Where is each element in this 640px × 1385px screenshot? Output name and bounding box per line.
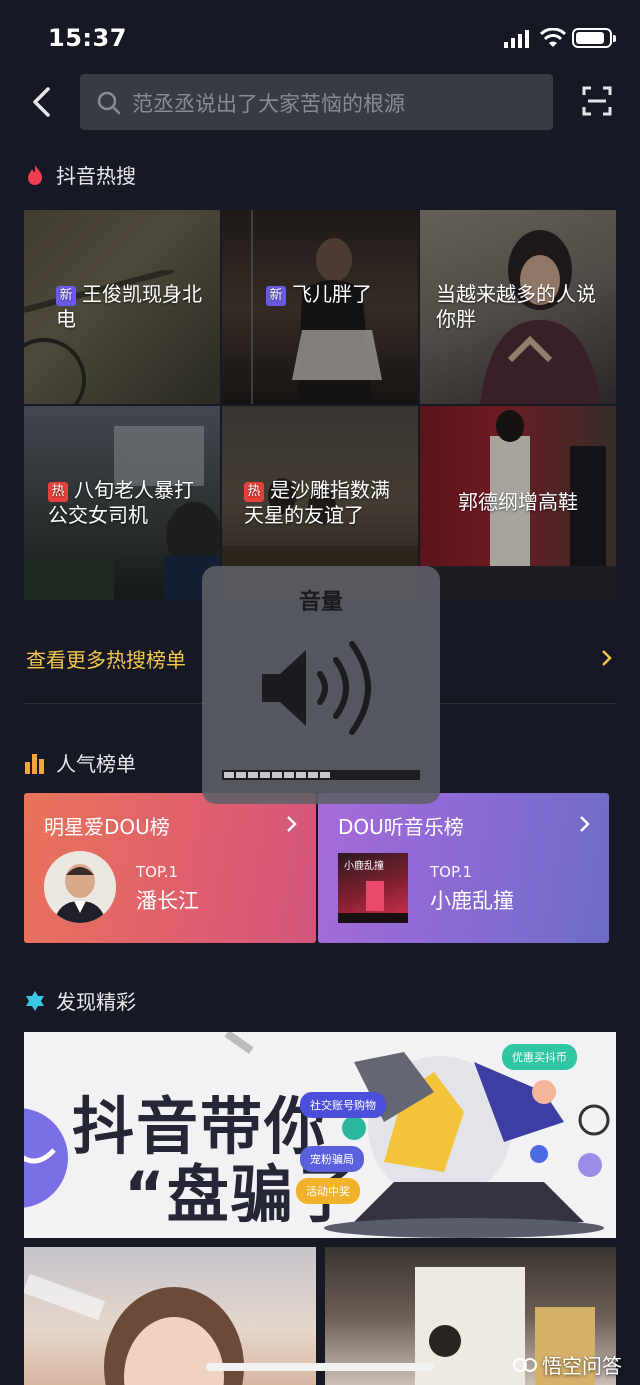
star-badge-icon	[26, 990, 44, 1011]
hot-search-tile[interactable]: 郭德纲增高鞋	[420, 406, 616, 600]
hot-badge: 热	[244, 482, 264, 502]
bar-chart-icon	[25, 753, 44, 774]
banner-pill: 宠粉骗局	[300, 1146, 364, 1172]
more-hot-search-link[interactable]: 查看更多热搜榜单	[26, 644, 186, 673]
hot-search-title: 抖音热搜	[56, 164, 136, 188]
banner-pill: 活动中奖	[296, 1178, 360, 1204]
wukong-logo-icon	[513, 1357, 537, 1372]
watermark: 悟空问答	[512, 1350, 622, 1379]
wifi-icon	[540, 28, 566, 47]
promo-banner[interactable]: 抖音带你 “盘骗子 优惠买抖币 社交账号购物 宠粉骗局 活动中奖	[24, 1032, 616, 1238]
hot-search-text: 是沙雕指数满天星的友谊了	[244, 478, 390, 527]
hot-search-text: 郭德纲增高鞋	[458, 490, 578, 514]
hot-search-text: 当越来越多的人说你胖	[436, 282, 596, 331]
rank-label: TOP.1	[136, 863, 178, 881]
search-placeholder: 范丞丞说出了大家苦恼的根源	[132, 92, 405, 116]
discover-title: 发现精彩	[56, 990, 136, 1014]
cellular-signal-icon	[504, 30, 529, 48]
chevron-right-icon[interactable]	[600, 648, 614, 668]
hot-search-tile[interactable]: 新飞儿胖了	[222, 210, 418, 404]
status-bar: 15:37	[0, 0, 640, 70]
discover-header: 发现精彩	[24, 986, 136, 1015]
avatar	[44, 851, 116, 923]
flame-icon	[28, 164, 43, 185]
hot-search-header: 抖音热搜	[24, 160, 136, 189]
rank-label: TOP.1	[430, 863, 472, 881]
top-star-name: 潘长江	[136, 889, 199, 913]
popular-charts-header: 人气榜单	[24, 748, 136, 777]
volume-title: 音量	[298, 590, 343, 615]
star-chart-card[interactable]: 明星爱DOU榜 TOP.1 潘长江	[24, 793, 316, 943]
new-badge: 新	[56, 286, 76, 306]
card-title: 明星爱DOU榜	[44, 815, 170, 839]
hot-search-text: 飞儿胖了	[292, 282, 372, 306]
hot-search-tile[interactable]: 热八旬老人暴打公交女司机	[24, 406, 220, 600]
home-indicator[interactable]	[206, 1363, 434, 1371]
hot-search-text: 王俊凯现身北电	[56, 282, 202, 331]
battery-icon	[572, 28, 616, 48]
chevron-right-icon	[580, 816, 590, 832]
chevron-right-icon	[287, 816, 297, 832]
scan-icon[interactable]	[582, 86, 612, 116]
hot-search-text: 八旬老人暴打公交女司机	[48, 478, 194, 527]
volume-hud: 音量	[202, 566, 440, 804]
music-chart-card[interactable]: DOU听音乐榜 小鹿乱撞 TOP.1 小鹿乱撞	[318, 793, 609, 943]
banner-pill: 社交账号购物	[300, 1092, 386, 1118]
back-arrow-icon[interactable]	[28, 86, 56, 118]
album-cover-text: 小鹿乱撞	[344, 861, 384, 872]
new-badge: 新	[266, 286, 286, 306]
watermark-text: 悟空问答	[542, 1354, 622, 1378]
popular-charts-title: 人气榜单	[56, 752, 136, 776]
card-title: DOU听音乐榜	[338, 815, 464, 839]
top-song-name: 小鹿乱撞	[430, 889, 514, 913]
hot-badge: 热	[48, 482, 68, 502]
hot-search-tile[interactable]: 当越来越多的人说你胖	[420, 210, 616, 404]
hot-search-tile[interactable]: 新王俊凯现身北电	[24, 210, 220, 404]
hot-search-grid: 新王俊凯现身北电 新飞儿胖了 当越来越多的人说你胖 热八旬老人暴打公交女司机 热…	[24, 210, 616, 602]
volume-level-bar	[222, 770, 420, 780]
speaker-icon	[262, 641, 371, 735]
status-time: 15:37	[48, 24, 127, 52]
search-input[interactable]: 范丞丞说出了大家苦恼的根源	[80, 74, 553, 130]
search-icon	[97, 91, 121, 115]
banner-pill: 优惠买抖币	[502, 1044, 577, 1070]
album-cover: 小鹿乱撞	[338, 853, 408, 923]
